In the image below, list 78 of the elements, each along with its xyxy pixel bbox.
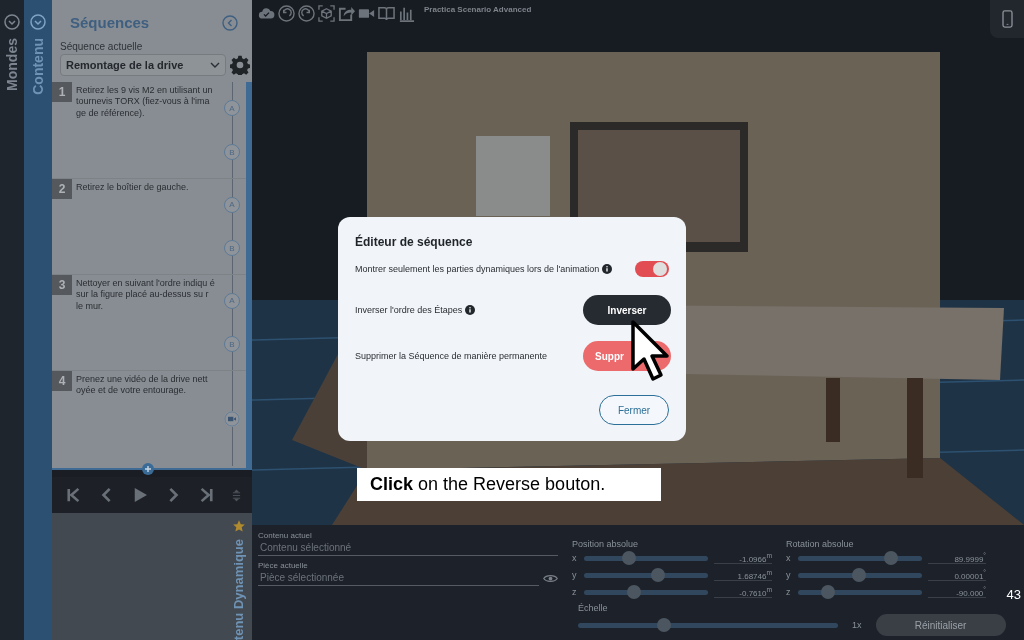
- option-label: Inverser l'ordre des Étapes: [355, 305, 463, 315]
- step-number: 3: [52, 275, 72, 295]
- collapse-icon[interactable]: [222, 14, 238, 31]
- step-number: 4: [52, 371, 72, 391]
- text-field[interactable]: Contenu sélectionné: [258, 540, 558, 556]
- info-icon[interactable]: [602, 264, 613, 274]
- dialog-title: Éditeur de séquence: [355, 235, 474, 249]
- slider-thumb[interactable]: [884, 550, 898, 565]
- axis-label: z: [786, 587, 792, 597]
- cloud-icon[interactable]: [258, 5, 275, 22]
- value-field[interactable]: 1.68746$^{m}$: [714, 568, 772, 582]
- close-button[interactable]: Fermer: [599, 395, 669, 425]
- step-text[interactable]: Retirez les 9 vis M2 en utilisant un tournevis TORX (fiez-vous à l'ima ge de référence).: [72, 82, 220, 178]
- scenario-title: Practica Scenario Advanced: [424, 5, 532, 14]
- text-field[interactable]: Pièce sélectionnée: [258, 570, 539, 586]
- slider-thumb[interactable]: [626, 584, 641, 599]
- settings-icon[interactable]: [230, 55, 250, 75]
- slider-thumb[interactable]: [851, 567, 866, 582]
- redo-icon[interactable]: [298, 5, 315, 22]
- chevron-down-icon[interactable]: [30, 14, 46, 30]
- skip-to-end-icon[interactable]: [198, 486, 213, 505]
- caret-icon: [210, 62, 220, 68]
- field-label: Séquence actuelle: [60, 41, 144, 52]
- mouse-pointer-icon: [630, 319, 670, 383]
- slider-thumb[interactable]: [651, 567, 666, 582]
- bar-chart-icon[interactable]: [398, 5, 415, 22]
- content-tab[interactable]: Contenu: [30, 38, 46, 95]
- axis-label: y: [786, 570, 792, 580]
- resize-handle-icon[interactable]: [231, 488, 241, 502]
- star-icon[interactable]: [232, 518, 246, 533]
- step-number: 2: [52, 179, 72, 199]
- section-title: Échelle: [578, 603, 609, 613]
- axis-label: x: [786, 553, 792, 563]
- undo-icon[interactable]: [278, 5, 295, 22]
- step-text[interactable]: Prenez une vidéo de la drive nett oyée et de votre entourage.: [72, 371, 220, 466]
- field-label: Contenu actuel: [258, 531, 313, 540]
- axis-label: x: [572, 553, 578, 563]
- worlds-tab[interactable]: Mondes: [4, 38, 20, 91]
- option-label: Supprimer la Séquence de manière permanente: [355, 351, 548, 361]
- value-field[interactable]: 89.9999$^{°}$: [928, 551, 986, 565]
- axis-label: y: [572, 570, 578, 580]
- scrollbar[interactable]: [246, 82, 252, 471]
- slider-thumb[interactable]: [656, 617, 671, 632]
- reset-button[interactable]: Réinitialiser: [875, 614, 1006, 636]
- reverse-button[interactable]: Inverser: [583, 295, 671, 325]
- section-title: Rotation absolue: [786, 539, 855, 549]
- option-label: Montrer seulement les parties dynamiques lors de l'animation: [355, 264, 600, 274]
- slider-thumb[interactable]: [820, 584, 835, 599]
- add-step-icon[interactable]: [142, 463, 154, 476]
- eye-icon[interactable]: [543, 572, 558, 584]
- share-icon[interactable]: [338, 5, 355, 22]
- value-field[interactable]: 0.00001$^{°}$: [928, 568, 986, 582]
- scale-value: 1x: [852, 620, 862, 630]
- dynamic-content-tab[interactable]: tenu Dynamique: [231, 538, 246, 640]
- video-marker-icon[interactable]: [224, 410, 240, 427]
- device-button[interactable]: [990, 0, 1024, 38]
- chevron-down-icon[interactable]: [4, 14, 20, 30]
- value-field[interactable]: -90.000$^{°}$: [928, 585, 986, 599]
- axis-label: z: [572, 587, 578, 597]
- page-number: 43: [1006, 587, 1021, 602]
- instruction-caption: Click on the Reverse bouton.: [357, 468, 661, 501]
- section-title: Position absolue: [572, 539, 640, 549]
- sequence-dropdown[interactable]: Remontage de la drive: [60, 54, 226, 76]
- value-field[interactable]: -1.0966$^{m}$: [714, 551, 772, 565]
- step-text[interactable]: Nettoyer en suivant l'ordre indiqu é sur la figure placé au-dessus su r le mur.: [72, 275, 220, 370]
- toggle-switch[interactable]: [635, 261, 669, 277]
- book-icon[interactable]: [378, 5, 395, 22]
- info-icon[interactable]: [465, 305, 476, 315]
- panel-title: Séquences: [70, 14, 150, 31]
- skip-to-start-icon[interactable]: [67, 486, 82, 505]
- value-field[interactable]: -0.7610$^{m}$: [714, 585, 772, 599]
- phone-icon: [1001, 10, 1013, 28]
- step-text[interactable]: Retirez le boîtier de gauche.: [72, 179, 220, 274]
- play-icon[interactable]: [133, 486, 148, 505]
- step-number: 1: [52, 82, 72, 102]
- field-label: Pièce actuelle: [258, 561, 309, 570]
- cube-icon[interactable]: [318, 5, 335, 22]
- slider-thumb[interactable]: [621, 550, 636, 565]
